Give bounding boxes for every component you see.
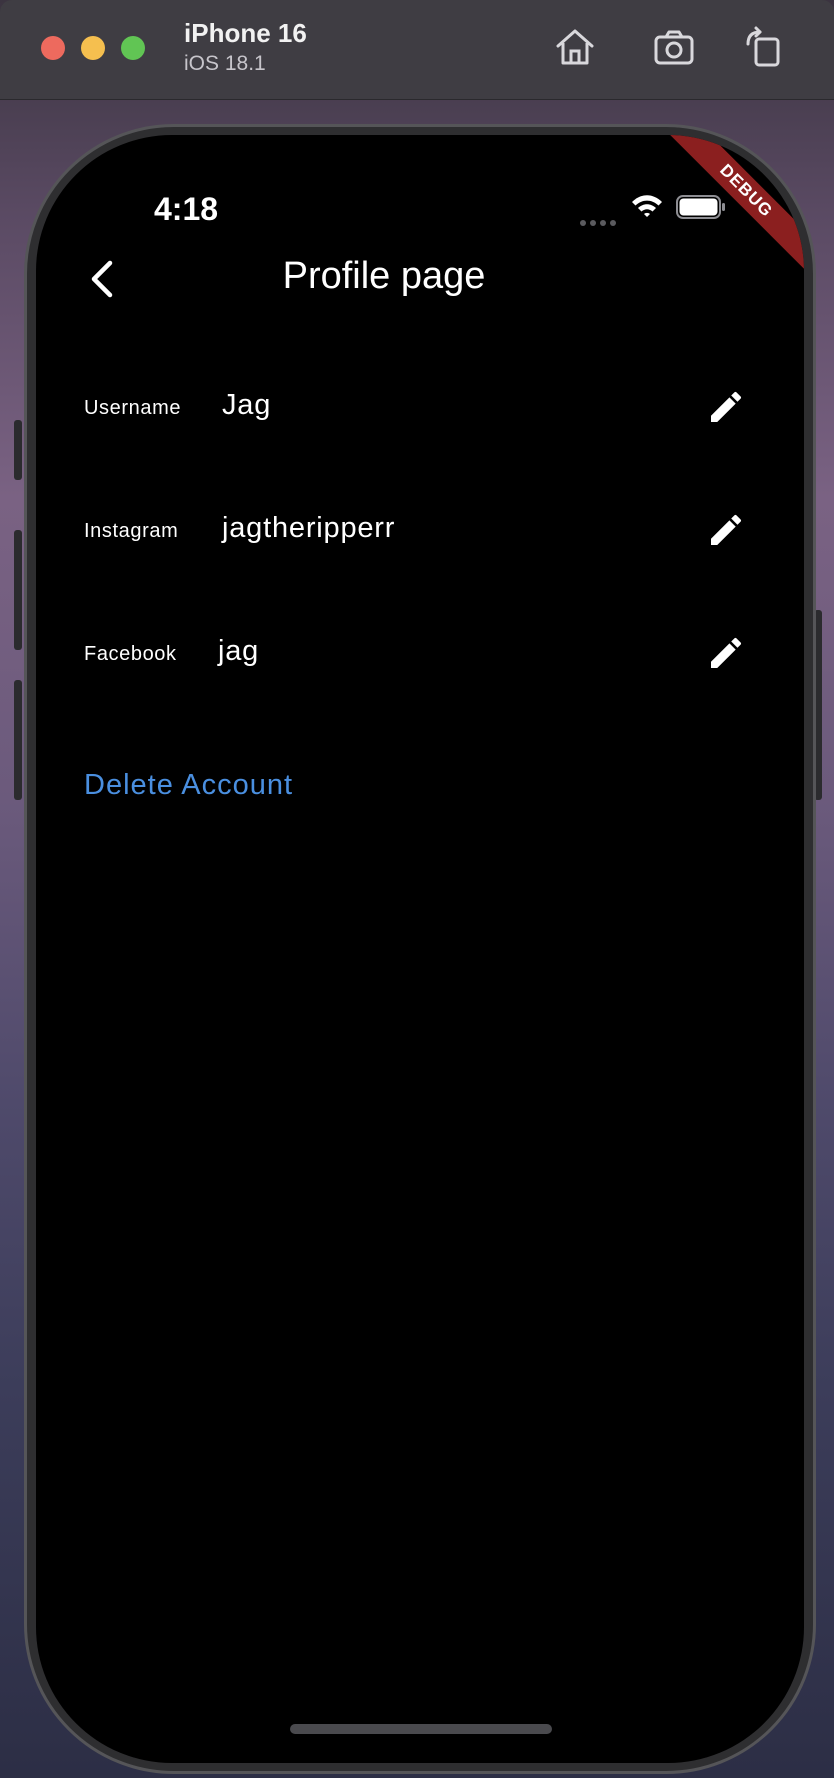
screenshot-icon[interactable] bbox=[651, 24, 697, 70]
volume-up-button bbox=[14, 530, 22, 650]
rotate-icon[interactable] bbox=[742, 24, 788, 70]
delete-account-button[interactable]: Delete Account bbox=[84, 769, 293, 802]
device-os-version: iOS 18.1 bbox=[184, 52, 266, 75]
battery-icon bbox=[676, 195, 725, 219]
field-row-username: Username Jag bbox=[84, 379, 784, 439]
volume-down-button bbox=[14, 680, 22, 800]
username-value: Jag bbox=[222, 389, 272, 421]
instagram-label: Instagram bbox=[84, 520, 179, 542]
page-title: Profile page bbox=[36, 255, 804, 298]
field-row-instagram: Instagram jagtheripperr bbox=[84, 502, 784, 562]
action-button bbox=[14, 420, 22, 480]
field-row-facebook: Facebook jag bbox=[84, 625, 784, 685]
phone-screen: 4:18 DEBUG Profile page Username Jag Ins… bbox=[36, 135, 804, 1763]
home-icon[interactable] bbox=[552, 24, 598, 70]
simulator-title-bar: iPhone 16 iOS 18.1 bbox=[0, 0, 834, 100]
pencil-icon[interactable] bbox=[706, 633, 746, 673]
instagram-value: jagtheripperr bbox=[222, 512, 396, 544]
close-window-button[interactable] bbox=[41, 36, 65, 60]
pencil-icon[interactable] bbox=[706, 387, 746, 427]
signal-dots-icon bbox=[580, 213, 620, 226]
wifi-icon bbox=[632, 195, 662, 217]
facebook-label: Facebook bbox=[84, 643, 177, 665]
minimize-window-button[interactable] bbox=[81, 36, 105, 60]
device-name: iPhone 16 bbox=[184, 18, 307, 48]
home-indicator[interactable] bbox=[290, 1724, 552, 1734]
status-time: 4:18 bbox=[154, 191, 219, 227]
pencil-icon[interactable] bbox=[706, 510, 746, 550]
facebook-value: jag bbox=[218, 635, 260, 667]
username-label: Username bbox=[84, 397, 182, 419]
page-title-text: Profile page bbox=[282, 255, 486, 297]
zoom-window-button[interactable] bbox=[121, 36, 145, 60]
